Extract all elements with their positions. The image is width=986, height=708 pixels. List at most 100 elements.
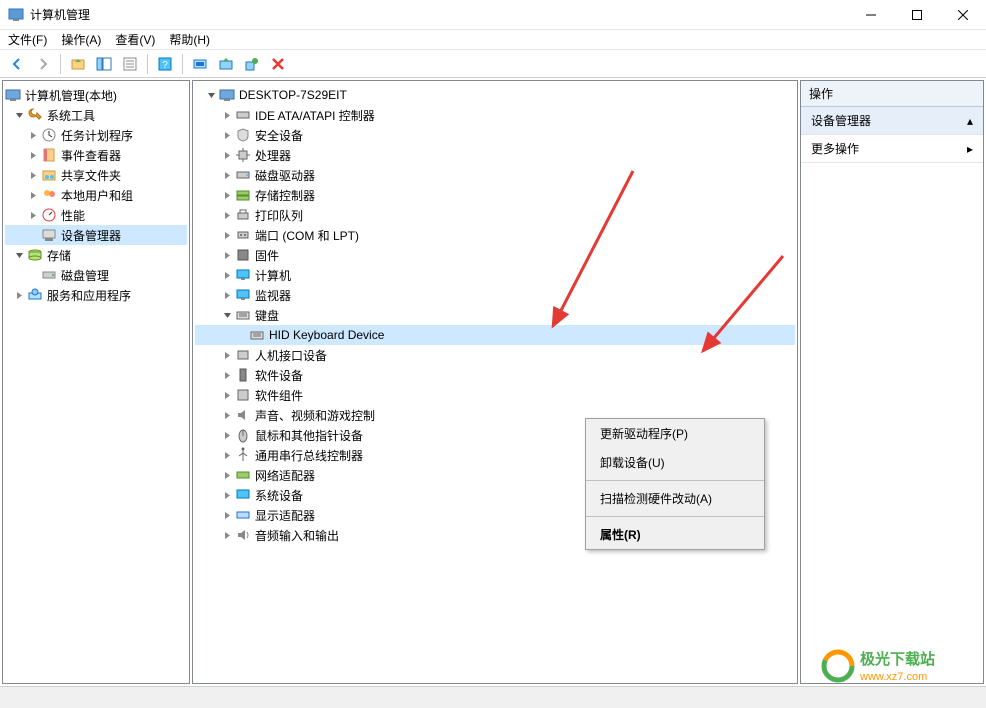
software-icon [235,367,251,383]
tree-disk-mgmt[interactable]: 磁盘管理 [5,265,187,285]
dev-storage-ctrl[interactable]: 存储控制器 [195,185,795,205]
tree-services-apps[interactable]: 服务和应用程序 [5,285,187,305]
chevron-right-icon[interactable] [221,169,233,181]
tree-event-viewer[interactable]: 事件查看器 [5,145,187,165]
dev-security[interactable]: 安全设备 [195,125,795,145]
menu-action[interactable]: 操作(A) [61,31,101,48]
maximize-button[interactable] [894,0,940,29]
ctx-scan-hardware[interactable]: 扫描检测硬件改动(A) [586,484,764,513]
disk-icon [41,267,57,283]
up-button[interactable] [67,53,89,75]
dev-ide-ata[interactable]: IDE ATA/ATAPI 控制器 [195,105,795,125]
chevron-right-icon[interactable] [221,269,233,281]
svg-text:www.xz7.com: www.xz7.com [859,671,927,683]
tree-device-manager[interactable]: 设备管理器 [5,225,187,245]
dev-label: 安全设备 [255,127,303,144]
tree-label: 服务和应用程序 [47,287,131,304]
chevron-right-icon[interactable] [221,209,233,221]
chevron-right-icon[interactable] [221,389,233,401]
ctx-uninstall[interactable]: 卸载设备(U) [586,448,764,477]
dev-monitor[interactable]: 监视器 [195,285,795,305]
dev-label: 计算机 [255,267,291,284]
properties-button[interactable] [119,53,141,75]
tree-shared-folders[interactable]: 共享文件夹 [5,165,187,185]
chevron-down-icon[interactable] [13,109,25,121]
dev-software-components[interactable]: 软件组件 [195,385,795,405]
menu-view[interactable]: 查看(V) [115,31,155,48]
svg-text:极光下载站: 极光下载站 [860,650,935,668]
tree-system-tools[interactable]: 系统工具 [5,105,187,125]
chevron-right-icon[interactable] [221,229,233,241]
dev-label: 端口 (COM 和 LPT) [255,227,359,244]
actions-devmgr[interactable]: 设备管理器 ▴ [801,107,983,135]
chevron-right-icon[interactable] [221,129,233,141]
window-title: 计算机管理 [30,6,848,23]
actions-item-label: 设备管理器 [811,112,871,129]
chevron-right-icon[interactable] [27,149,39,161]
ctx-update-driver[interactable]: 更新驱动程序(P) [586,419,764,448]
dev-hid-keyboard[interactable]: HID Keyboard Device [195,325,795,345]
menu-file[interactable]: 文件(F) [8,31,47,48]
chevron-right-icon[interactable] [221,489,233,501]
back-button[interactable] [6,53,28,75]
chevron-right-icon[interactable] [221,349,233,361]
chevron-right-icon[interactable] [221,149,233,161]
dev-label: 声音、视频和游戏控制 [255,407,375,424]
chevron-down-icon[interactable] [221,309,233,321]
chevron-right-icon[interactable] [221,429,233,441]
chevron-right-icon[interactable] [13,289,25,301]
gauge-icon [41,207,57,223]
dev-label: 显示适配器 [255,507,315,524]
chevron-right-icon[interactable] [221,529,233,541]
firmware-icon [235,247,251,263]
cpu-icon [235,147,251,163]
show-hide-tree-button[interactable] [93,53,115,75]
dev-disk-drives[interactable]: 磁盘驱动器 [195,165,795,185]
dev-computer[interactable]: 计算机 [195,265,795,285]
forward-button[interactable] [32,53,54,75]
dev-label: 软件组件 [255,387,303,404]
dev-software-devices[interactable]: 软件设备 [195,365,795,385]
dev-root-label: DESKTOP-7S29EIT [239,88,347,102]
chevron-right-icon[interactable] [221,449,233,461]
tree-storage[interactable]: 存储 [5,245,187,265]
scan-button[interactable] [189,53,211,75]
tree-users-groups[interactable]: 本地用户和组 [5,185,187,205]
chevron-right-icon[interactable] [27,209,39,221]
chevron-right-icon[interactable] [27,129,39,141]
uninstall-button[interactable] [241,53,263,75]
chevron-right-icon[interactable] [221,469,233,481]
chevron-right-icon[interactable] [27,169,39,181]
dev-hid[interactable]: 人机接口设备 [195,345,795,365]
chevron-down-icon[interactable] [13,249,25,261]
chevron-right-icon[interactable] [221,249,233,261]
menu-help[interactable]: 帮助(H) [169,31,210,48]
dev-keyboard[interactable]: 键盘 [195,305,795,325]
dev-root[interactable]: DESKTOP-7S29EIT [195,85,795,105]
dev-label: 打印队列 [255,207,303,224]
tree-task-scheduler[interactable]: 任务计划程序 [5,125,187,145]
tree-root[interactable]: 计算机管理(本地) [5,85,187,105]
tree-performance[interactable]: 性能 [5,205,187,225]
chevron-right-icon[interactable] [221,289,233,301]
minimize-button[interactable] [848,0,894,29]
chevron-right-icon[interactable] [221,509,233,521]
chevron-right-icon[interactable] [27,189,39,201]
tree-label: 系统工具 [47,107,95,124]
delete-button[interactable] [267,53,289,75]
dev-ports[interactable]: 端口 (COM 和 LPT) [195,225,795,245]
chevron-right-icon[interactable] [221,369,233,381]
dev-firmware[interactable]: 固件 [195,245,795,265]
chevron-right-icon[interactable] [221,109,233,121]
close-button[interactable] [940,0,986,29]
chevron-right-icon[interactable] [221,409,233,421]
dev-print-queue[interactable]: 打印队列 [195,205,795,225]
help-button[interactable]: ? [154,53,176,75]
actions-header: 操作 [801,81,983,107]
ctx-properties[interactable]: 属性(R) [586,520,764,549]
update-driver-button[interactable] [215,53,237,75]
dev-cpu[interactable]: 处理器 [195,145,795,165]
chevron-down-icon[interactable] [205,89,217,101]
chevron-right-icon[interactable] [221,189,233,201]
actions-more[interactable]: 更多操作 ▸ [801,135,983,163]
